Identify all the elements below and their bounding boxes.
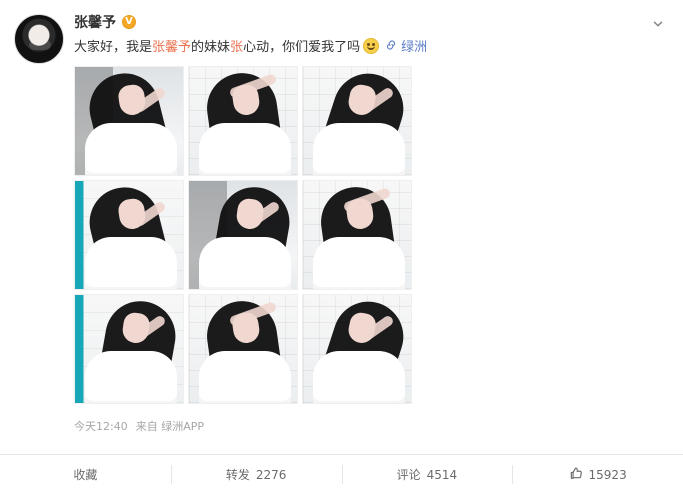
like-count: 15923 [588, 467, 627, 482]
photo-2-shirt [199, 123, 291, 175]
favorite-label: 收藏 [73, 468, 98, 482]
photo-7[interactable] [74, 294, 184, 404]
post-text-prefix: 大家好，我是 [74, 40, 153, 55]
topic-link-label: 绿洲 [401, 40, 428, 55]
mention-highlight-2[interactable]: 张 [230, 40, 243, 55]
topic-link[interactable]: 绿洲 [385, 39, 427, 57]
photo-1-shirt [85, 123, 177, 175]
photo-5-shirt [199, 237, 291, 289]
photo-4-shirt [85, 237, 177, 289]
author-avatar[interactable] [14, 14, 64, 64]
favorite-button[interactable]: 收藏 [0, 455, 171, 494]
photo-1[interactable] [74, 66, 184, 176]
chevron-down-icon [651, 16, 665, 35]
thumbs-up-icon [569, 466, 583, 483]
comment-button[interactable]: 评论 4514 [341, 455, 513, 494]
smirk-emoji-icon [363, 38, 380, 54]
post-source[interactable]: 来自 绿洲APP [136, 418, 204, 434]
photo-5[interactable] [188, 180, 298, 290]
emoji-mouth [367, 45, 376, 50]
link-icon [385, 39, 397, 57]
photo-3[interactable] [302, 66, 412, 176]
photo-9-shirt [313, 351, 405, 403]
repost-button[interactable]: 转发 2276 [170, 455, 342, 494]
photo-grid [74, 66, 412, 404]
author-name[interactable]: 张馨予 [74, 12, 116, 32]
comment-count: 4514 [426, 467, 458, 482]
post-menu-button[interactable] [649, 16, 667, 34]
comment-label: 评论 [396, 468, 421, 482]
photo-8-shirt [199, 351, 291, 403]
post-text-middle: 的妹妹 [191, 40, 231, 55]
action-bar: 收藏 转发 2276 评论 4514 15923 [0, 455, 683, 494]
post-text-suffix: 心动，你们爱我了吗 [243, 40, 361, 55]
verified-badge: V [122, 15, 136, 29]
weibo-post-card: 张馨予 V 大家好，我是张馨予的妹妹张心动，你们爱我了吗 绿洲 今天12:40 … [0, 0, 683, 494]
photo-4[interactable] [74, 180, 184, 290]
post-meta: 今天12:40 来自 绿洲APP [74, 418, 204, 434]
repost-label: 转发 [225, 468, 250, 482]
photo-3-shirt [313, 123, 405, 175]
photo-2[interactable] [188, 66, 298, 176]
photo-8[interactable] [188, 294, 298, 404]
photo-7-shirt [85, 351, 177, 403]
mention-highlight-1[interactable]: 张馨予 [152, 40, 191, 55]
post-text: 大家好，我是张馨予的妹妹张心动，你们爱我了吗 绿洲 [74, 38, 664, 57]
photo-9[interactable] [302, 294, 412, 404]
post-time[interactable]: 今天12:40 [74, 418, 128, 434]
author-row: 张馨予 V [74, 12, 136, 32]
repost-count: 2276 [255, 467, 287, 482]
photo-6-shirt [313, 237, 405, 289]
like-button[interactable]: 15923 [512, 455, 683, 494]
photo-6[interactable] [302, 180, 412, 290]
